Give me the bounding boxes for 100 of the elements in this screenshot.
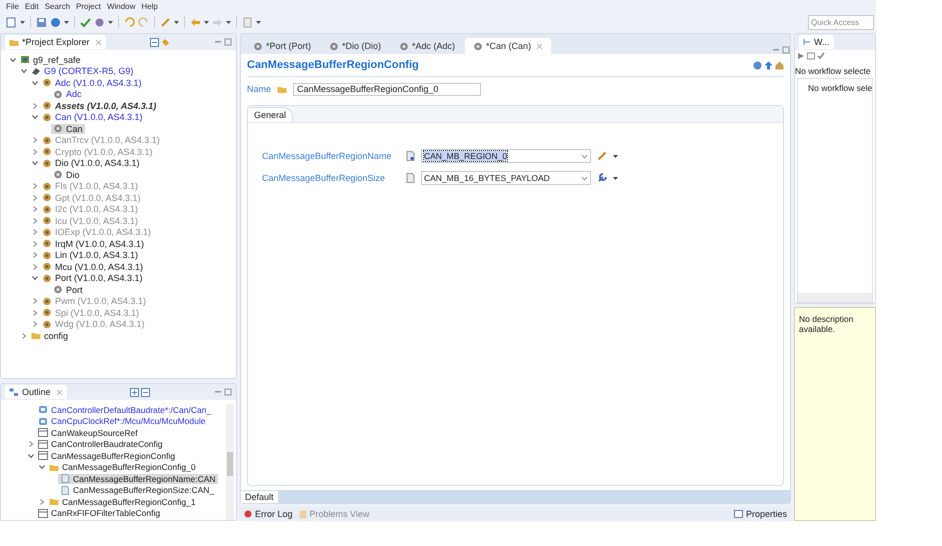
- menu-item[interactable]: Window: [106, 3, 136, 11]
- caret-icon[interactable]: [204, 20, 209, 24]
- tree-item[interactable]: Mcu (V1.0.0, AS4.3.1): [40, 262, 146, 272]
- value-dropdown[interactable]: CAN_MB_16_BYTES_PAYLOAD: [421, 171, 591, 185]
- expanded-chevron-icon[interactable]: [27, 452, 36, 460]
- expanded-chevron-icon[interactable]: [38, 463, 47, 472]
- collapsed-chevron-icon[interactable]: [31, 320, 40, 328]
- tree-item[interactable]: Can (V1.0.0, AS4.3.1): [40, 112, 145, 122]
- maximize-icon[interactable]: [782, 46, 790, 54]
- tree-item[interactable]: CanWakeupSourceRef: [36, 428, 140, 438]
- collapsed-chevron-icon[interactable]: [31, 251, 40, 260]
- menu-item[interactable]: Edit: [24, 3, 39, 11]
- menu-item[interactable]: Project: [76, 3, 101, 11]
- field-label: Name: [247, 84, 272, 94]
- outline-icon: [9, 388, 19, 396]
- panel-tab[interactable]: W...: [799, 35, 834, 49]
- name-field[interactable]: CanMessageBufferRegionConfig_0: [293, 82, 482, 96]
- tree-item[interactable]: Lin (V1.0.0, AS4.3.1): [40, 250, 140, 260]
- close-icon[interactable]: [94, 38, 102, 46]
- collapsed-chevron-icon[interactable]: [31, 216, 40, 225]
- caret-icon[interactable]: [256, 20, 261, 24]
- scrollbar[interactable]: [798, 293, 872, 302]
- pencil-icon[interactable]: [597, 151, 607, 161]
- panel-tab[interactable]: Outline: [5, 385, 67, 399]
- maximize-icon[interactable]: [224, 388, 232, 396]
- expand-all-icon[interactable]: [130, 388, 140, 396]
- parameter-label: CanMessageBufferRegionSize: [262, 173, 386, 183]
- save-icon[interactable]: [36, 16, 47, 28]
- tree-item[interactable]: Adc (V1.0.0, AS4.3.1): [40, 78, 144, 88]
- collapse-all-icon[interactable]: [141, 388, 150, 396]
- panel-tab[interactable]: Properties: [734, 509, 787, 519]
- value-dropdown[interactable]: CAN_MB_REGION_0: [421, 149, 591, 163]
- maximize-icon[interactable]: [224, 38, 232, 46]
- text-parameter-icon: [406, 151, 415, 161]
- home-icon[interactable]: [775, 60, 784, 70]
- caret-icon[interactable]: [226, 20, 231, 24]
- collapsed-chevron-icon[interactable]: [31, 262, 40, 271]
- menu-item[interactable]: Help: [141, 3, 158, 11]
- expanded-chevron-icon[interactable]: [9, 56, 18, 64]
- close-icon[interactable]: [56, 388, 63, 396]
- editor-tab[interactable]: *Can (Can): [465, 38, 552, 54]
- check-icon[interactable]: [817, 52, 825, 60]
- expanded-chevron-icon[interactable]: [20, 67, 29, 76]
- collapsed-chevron-icon[interactable]: [31, 308, 40, 317]
- collapsed-chevron-icon[interactable]: [31, 102, 40, 110]
- parameter-label: CanMessageBufferRegionName: [262, 151, 392, 161]
- tree-item[interactable]: config: [29, 330, 70, 341]
- panel-tab[interactable]: *Project Explorer: [5, 35, 106, 49]
- tree-item[interactable]: G9 (CORTEX-R5, G9): [29, 66, 136, 76]
- menu-item[interactable]: Search: [44, 3, 70, 11]
- collapsed-chevron-icon[interactable]: [31, 228, 40, 236]
- wrench-icon[interactable]: [597, 173, 607, 183]
- caret-icon[interactable]: [613, 176, 618, 180]
- section-tab[interactable]: General: [247, 107, 294, 122]
- expanded-chevron-icon[interactable]: [31, 113, 40, 122]
- collapsed-chevron-icon[interactable]: [38, 498, 47, 506]
- caret-icon[interactable]: [20, 20, 25, 24]
- editor-tab[interactable]: *Adc (Adc): [391, 38, 464, 54]
- tree-item[interactable]: IrqM (V1.0.0, AS4.3.1): [40, 238, 146, 249]
- scrollbar[interactable]: [226, 404, 234, 520]
- collapsed-chevron-icon[interactable]: [31, 240, 40, 248]
- tree-item[interactable]: Adc: [51, 89, 84, 100]
- tree-item[interactable]: g9_ref_safe: [18, 54, 83, 65]
- tree-item[interactable]: Dio: [51, 170, 82, 180]
- container-icon: [38, 451, 48, 460]
- collapsed-chevron-icon[interactable]: [31, 182, 40, 190]
- collapsed-chevron-icon[interactable]: [31, 205, 40, 214]
- tree-item-label: Port: [66, 284, 83, 295]
- close-icon[interactable]: [536, 42, 544, 50]
- editor-tab[interactable]: *Port (Port): [245, 38, 320, 54]
- page-tab[interactable]: Default: [241, 491, 278, 503]
- collapsed-chevron-icon[interactable]: [31, 148, 40, 156]
- collapsed-chevron-icon[interactable]: [31, 136, 40, 144]
- new-file-icon[interactable]: [6, 16, 17, 28]
- caret-icon[interactable]: [613, 154, 618, 158]
- expanded-chevron-icon[interactable]: [31, 274, 40, 282]
- collapsed-chevron-icon[interactable]: [27, 440, 36, 448]
- expanded-chevron-icon[interactable]: [31, 159, 40, 168]
- check-icon[interactable]: [80, 16, 91, 28]
- tree-item-label: Can (V1.0.0, AS4.3.1): [55, 112, 143, 122]
- caret-icon[interactable]: [174, 20, 179, 24]
- tree-item[interactable]: Can: [51, 124, 85, 134]
- tree-item[interactable]: Dio (V1.0.0, AS4.3.1): [40, 158, 142, 168]
- play-icon[interactable]: [797, 52, 805, 60]
- up-arrow-icon[interactable]: [764, 60, 773, 70]
- collapsed-chevron-icon[interactable]: [31, 194, 40, 202]
- caret-icon[interactable]: [108, 20, 113, 24]
- menu-item[interactable]: File: [6, 3, 19, 11]
- tree-item[interactable]: Port: [51, 284, 85, 295]
- tree-item[interactable]: Port (V1.0.0, AS4.3.1): [40, 273, 145, 284]
- tree-item-label: IrqM (V1.0.0, AS4.3.1): [55, 238, 144, 249]
- collapsed-chevron-icon[interactable]: [31, 297, 40, 306]
- panel-tab[interactable]: Error Log: [244, 509, 293, 519]
- quick-access-field[interactable]: Quick Access: [808, 14, 874, 30]
- caret-icon[interactable]: [64, 20, 69, 24]
- collapsed-chevron-icon[interactable]: [20, 332, 29, 340]
- collapse-all-icon[interactable]: [150, 38, 159, 46]
- tab-label: *Project Explorer: [22, 37, 90, 47]
- expanded-chevron-icon[interactable]: [31, 78, 40, 87]
- editor-tab[interactable]: *Dio (Dio): [321, 38, 390, 54]
